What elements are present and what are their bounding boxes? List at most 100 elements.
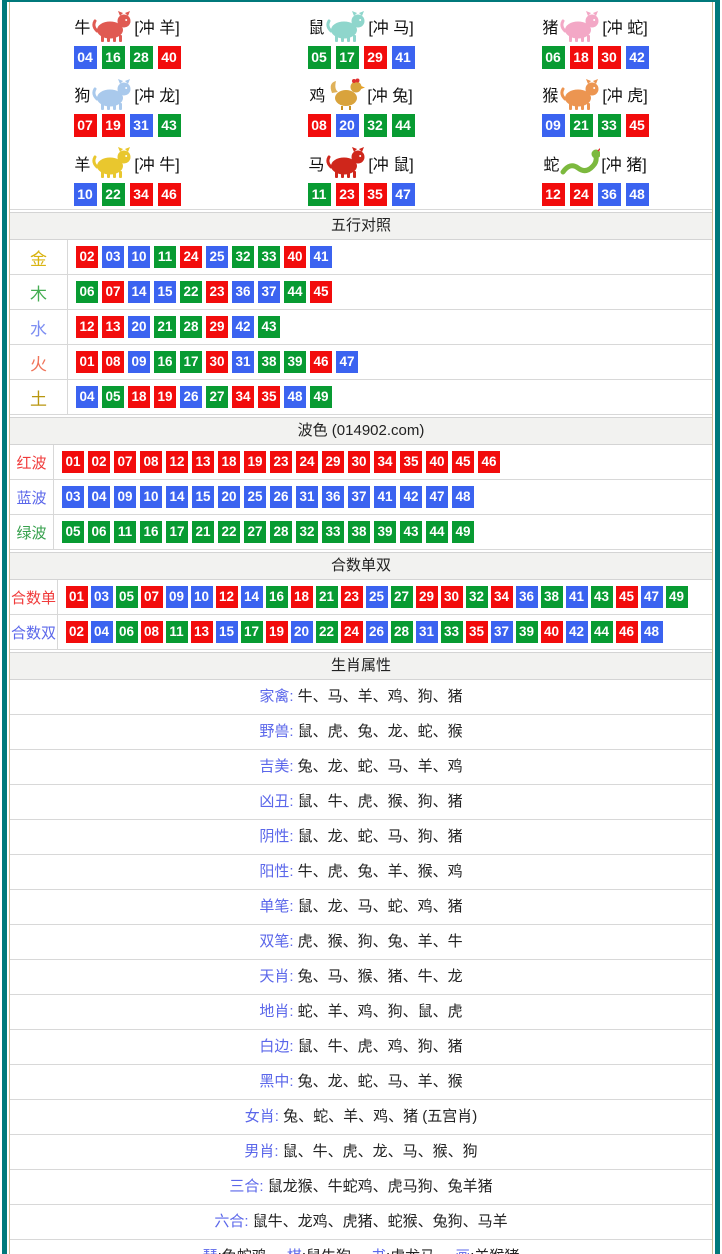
number-ball: 14: [166, 486, 188, 508]
zodiac-name: 马: [308, 151, 324, 175]
zodiac-title: 牛[冲 羊]: [74, 7, 179, 45]
zodiac-numbers: 06183042: [539, 46, 651, 69]
zodiac-cell: 马[冲 鼠]11233547: [244, 141, 478, 209]
number-ball: 41: [374, 486, 396, 508]
number-ball: 33: [598, 114, 621, 137]
zodiac-numbers: 04162840: [71, 46, 183, 69]
number-ball: 18: [570, 46, 593, 69]
number-ball: 15: [216, 621, 238, 643]
number-ball: 46: [478, 451, 500, 473]
zodiac-clash-label: [冲 羊]: [134, 14, 179, 38]
bottom-group: 棋:鼠牛狗: [287, 1248, 351, 1254]
number-ball: 47: [336, 351, 358, 373]
number-ball: 38: [258, 351, 280, 373]
attribute-values: 兔、马、猴、猪、牛、龙: [294, 968, 463, 985]
number-ball: 45: [616, 586, 638, 608]
number-ball: 08: [140, 451, 162, 473]
attribute-values: 兔、龙、蛇、马、羊、猴: [294, 1073, 463, 1090]
row-numbers: 0103050709101214161821232527293032343638…: [58, 586, 689, 608]
snake-icon: [560, 147, 600, 179]
number-ball: 42: [400, 486, 422, 508]
number-ball: 28: [391, 621, 413, 643]
zodiac-cell: 猴[冲 虎]09213345: [478, 72, 712, 140]
number-ball: 23: [336, 183, 359, 206]
number-ball: 46: [616, 621, 638, 643]
attribute-label: 地肖:: [259, 1003, 293, 1020]
number-ball: 01: [66, 586, 88, 608]
number-ball: 32: [466, 586, 488, 608]
row-numbers: 0108091617303138394647: [68, 351, 360, 373]
number-ball: 05: [102, 386, 124, 408]
row-numbers: 05061116172122272832333839434449: [54, 521, 476, 543]
attribute-row: 单笔: 鼠、龙、马、蛇、鸡、猪: [10, 890, 712, 925]
dog-icon: [91, 78, 133, 111]
zodiac-cell: 狗[冲 龙]07193143: [10, 72, 244, 140]
zodiac-numbers: 10223446: [71, 183, 183, 206]
sum-odd-even-table: 合数单0103050709101214161821232527293032343…: [10, 580, 712, 650]
number-ball: 05: [116, 586, 138, 608]
number-ball: 25: [206, 246, 228, 268]
zodiac-cell: 牛[冲 羊]04162840: [10, 4, 244, 72]
number-ball: 42: [566, 621, 588, 643]
attribute-values: 鼠、牛、虎、猴、狗、猪: [294, 793, 463, 810]
attribute-row: 野兽: 鼠、虎、兔、龙、蛇、猴: [10, 715, 712, 750]
number-ball: 32: [232, 246, 254, 268]
zodiac-numbers: 12243648: [539, 183, 651, 206]
wave-color-table: 红波0102070812131819232429303435404546蓝波03…: [10, 445, 712, 550]
number-ball: 38: [348, 521, 370, 543]
number-ball: 19: [154, 386, 176, 408]
attribute-values: 鼠、虎、兔、龙、蛇、猴: [294, 723, 463, 740]
number-ball: 24: [180, 246, 202, 268]
number-ball: 07: [114, 451, 136, 473]
number-ball: 35: [466, 621, 488, 643]
section-header-sums: 合数单双: [10, 552, 712, 580]
number-ball: 29: [416, 586, 438, 608]
number-ball: 40: [426, 451, 448, 473]
number-ball: 49: [452, 521, 474, 543]
row-label: 土: [10, 380, 68, 414]
number-ball: 37: [258, 281, 280, 303]
number-ball: 22: [316, 621, 338, 643]
number-ball: 07: [141, 586, 163, 608]
attribute-row: 女肖: 兔、蛇、羊、鸡、猪 (五宫肖): [10, 1100, 712, 1135]
number-ball: 11: [114, 521, 136, 543]
row-numbers: 0204060811131517192022242628313335373940…: [58, 621, 664, 643]
number-ball: 33: [258, 246, 280, 268]
row-label: 合数单: [10, 580, 58, 614]
number-ball: 11: [154, 246, 176, 268]
number-ball: 06: [542, 46, 565, 69]
zodiac-title: 蛇[冲 猪]: [543, 144, 646, 182]
bottom-group: 画:羊猴猪: [455, 1248, 519, 1254]
number-ball: 28: [270, 521, 292, 543]
number-ball: 13: [191, 621, 213, 643]
number-ball: 18: [291, 586, 313, 608]
number-ball: 17: [241, 621, 263, 643]
number-ball: 08: [308, 114, 331, 137]
number-ball: 17: [166, 521, 188, 543]
horse-icon: [325, 146, 367, 179]
number-ball: 40: [541, 621, 563, 643]
row-label: 蓝波: [10, 480, 54, 514]
bottom-group-values: :羊猴猪: [470, 1248, 519, 1254]
number-ball: 36: [516, 586, 538, 608]
number-ball: 17: [336, 46, 359, 69]
number-ball: 40: [284, 246, 306, 268]
number-ball: 31: [296, 486, 318, 508]
number-ball: 04: [91, 621, 113, 643]
five-element-row: 火0108091617303138394647: [10, 345, 712, 380]
number-ball: 27: [206, 386, 228, 408]
attribute-label: 阳性:: [259, 863, 293, 880]
number-ball: 26: [180, 386, 202, 408]
number-ball: 14: [128, 281, 150, 303]
number-ball: 29: [364, 46, 387, 69]
zodiac-name: 蛇: [543, 151, 559, 175]
zodiac-clash-label: [冲 鼠]: [368, 151, 413, 175]
five-element-row: 土04051819262734354849: [10, 380, 712, 415]
bottom-group: 琴:兔蛇鸡: [203, 1248, 267, 1254]
number-ball: 48: [641, 621, 663, 643]
attribute-label: 双笔:: [259, 933, 293, 950]
attribute-label: 白边:: [259, 1038, 293, 1055]
number-ball: 15: [192, 486, 214, 508]
zodiac-clash-label: [冲 马]: [368, 14, 413, 38]
number-ball: 09: [166, 586, 188, 608]
